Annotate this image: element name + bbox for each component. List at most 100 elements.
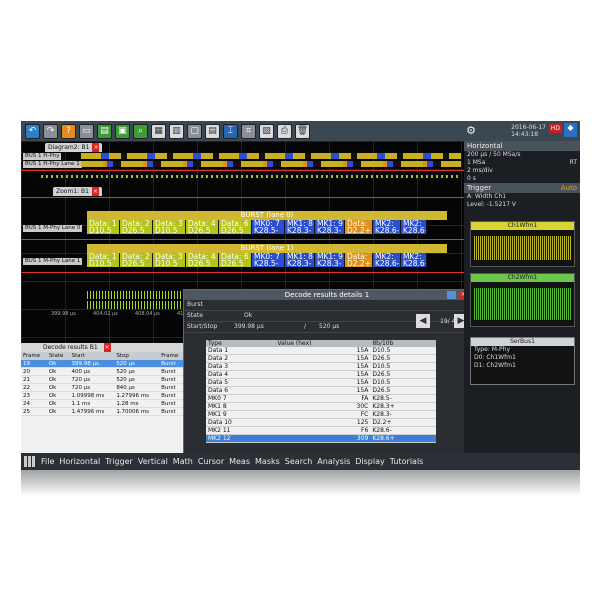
menu-item-analysis[interactable]: Analysis	[317, 457, 350, 466]
zoom-icon[interactable]: ⌕	[133, 123, 148, 139]
histogram-icon[interactable]: ▤	[205, 123, 220, 139]
apps-grid-icon[interactable]	[24, 456, 35, 467]
close-icon[interactable]: ×	[91, 187, 99, 196]
save-icon[interactable]: ▭	[79, 123, 94, 139]
col-state[interactable]: State	[46, 352, 70, 360]
menu-item-horizontal[interactable]: Horizontal	[59, 457, 100, 466]
burst-cell-bottom: K28.5-	[254, 226, 279, 234]
col-start[interactable]: Start	[69, 352, 115, 360]
burst-cell[interactable]: Data: 4 D26.5	[186, 253, 219, 267]
burst-cell[interactable]: Data: 2 D26.5	[120, 220, 153, 234]
dialog-header: Decode results details 1 ×	[184, 290, 470, 300]
serbus-thumbnail[interactable]: SerBus1 Type: M-Phy D0: Ch1Wfm1 D1: Ch2W…	[470, 337, 575, 385]
table-row[interactable]: Data 3 15A D10.5	[206, 362, 436, 371]
burst-cell[interactable]: MK0: 7 K28.5-	[252, 253, 285, 267]
menu-item-tutorials[interactable]: Tutorials	[390, 457, 424, 466]
close-icon[interactable]: ×	[92, 143, 100, 152]
burst-cell[interactable]: MK2:K28.6+	[401, 253, 427, 267]
prev-arrow-icon[interactable]: ◀	[416, 314, 430, 328]
menu-item-trigger[interactable]: Trigger	[105, 457, 133, 466]
zoom-area-icon[interactable]: ▦	[151, 123, 166, 139]
burst-cell[interactable]: Data: 6 D26.5	[219, 220, 252, 234]
col-stop[interactable]: Stop	[114, 352, 160, 360]
burst-cell[interactable]: Data: 6 D26.5	[219, 253, 252, 267]
burst-cell[interactable]: Data: 1 D10.5	[87, 220, 120, 234]
burst-cell[interactable]: MK2: K28.6-	[373, 220, 401, 234]
redo-icon[interactable]: ↷	[43, 123, 58, 139]
burst-cell[interactable]: Data: 2 D26.5	[120, 253, 153, 267]
burst-cell[interactable]: MK1: 9 K28.3-	[315, 220, 345, 234]
menu-item-cursor[interactable]: Cursor	[198, 457, 224, 466]
cursor-icon[interactable]: ⌶	[223, 123, 238, 139]
table-row[interactable]: 20 Ok 400 µs 520 µs Burst	[21, 367, 185, 376]
horizontal-header[interactable]: Horizontal	[464, 141, 580, 151]
measure-icon[interactable]: ▥	[169, 123, 184, 139]
burst-cell[interactable]: MK2:K28.6+	[401, 220, 427, 234]
print-icon[interactable]: ⎙	[277, 123, 292, 139]
burst-cell[interactable]: Data: 4 D26.5	[186, 220, 219, 234]
minimize-icon[interactable]	[447, 291, 456, 299]
burst-cell[interactable]: Data: D2.2+	[345, 220, 373, 234]
menu-item-vertical[interactable]: Vertical	[138, 457, 168, 466]
menu-item-meas[interactable]: Meas	[229, 457, 250, 466]
burst-cell[interactable]: Data: 3 D10.5	[153, 253, 186, 267]
table-cell: K28.6-	[370, 426, 436, 435]
table-cell: 22	[21, 383, 47, 392]
table-row[interactable]: MK1 9 FC K28.3-	[206, 410, 436, 419]
decode-results-tab[interactable]: Decode results B1 ×	[21, 343, 185, 352]
ch1-thumbnail[interactable]: Ch1Wfm1	[470, 221, 575, 267]
open-icon[interactable]: ▤	[97, 123, 112, 139]
tab-diagram2[interactable]: Diagram2: B1 ×	[45, 143, 103, 152]
table-row[interactable]: Data 4 15A D26.5	[206, 370, 436, 379]
mask-icon[interactable]: ▢	[187, 123, 202, 139]
col-frame[interactable]: Frame	[21, 352, 47, 360]
menu-item-display[interactable]: Display	[355, 457, 385, 466]
close-icon[interactable]: ×	[103, 343, 111, 352]
search-icon[interactable]: ⌗	[241, 123, 256, 139]
table-row[interactable]: MK2 11 F6 K28.6-	[206, 426, 436, 435]
burst-cell[interactable]: Data: D2.2+	[345, 253, 373, 267]
image-icon[interactable]: ▣	[115, 123, 130, 139]
table-cell: Data 10	[206, 418, 276, 427]
table-row[interactable]: Data 2 15A D26.5	[206, 354, 436, 363]
trigger-header[interactable]: Trigger Auto	[464, 183, 580, 193]
burst-cell[interactable]: MK0: 7 K28.5-	[252, 220, 285, 234]
bus-label-lane1: BUS 1 M-Phy Lane 1	[23, 258, 83, 265]
table-row[interactable]: 24 Ok 1.1 ms 1.28 ms Burst	[21, 399, 185, 408]
menu-item-masks[interactable]: Masks	[255, 457, 280, 466]
tab-zoom1[interactable]: Zoom1: B1 ×	[53, 187, 102, 196]
table-row[interactable]: 21 Ok 720 µs 520 µs Burst	[21, 375, 185, 384]
spectrum-icon[interactable]: ▧	[259, 123, 274, 139]
table-row[interactable]: MK2 12 309 K28.6+	[206, 434, 436, 443]
burst-cell[interactable]: Data: 3 D10.5	[153, 220, 186, 234]
col-type[interactable]: Frame	[159, 352, 185, 360]
col-8b10b[interactable]: 8b/10b	[370, 340, 436, 347]
burst-cell[interactable]: MK1: 8 K28.3-	[285, 253, 315, 267]
menu-item-search[interactable]: Search	[285, 457, 312, 466]
burst-cell[interactable]: MK2: K28.6-	[373, 253, 401, 267]
table-row[interactable]: Data 6 15A D26.5	[206, 386, 436, 395]
table-row[interactable]: Data 5 15A D10.5	[206, 378, 436, 387]
table-row[interactable]: MK0 7 FA K28.5-	[206, 394, 436, 403]
ch2-thumbnail[interactable]: Ch2Wfm1	[470, 273, 575, 327]
delete-icon[interactable]: 🗑	[295, 123, 310, 139]
burst-cell[interactable]: MK1: 8 K28.3-	[285, 220, 315, 234]
table-row[interactable]: 19 Ok 399.98 µs 520 µs Burst	[21, 360, 185, 368]
col-hex[interactable]: Value (hex)	[275, 340, 371, 347]
help-icon[interactable]: ?	[61, 123, 76, 139]
table-row[interactable]: Data 10 125 D2.2+	[206, 418, 436, 427]
col-type[interactable]: Type	[206, 340, 276, 347]
menu-item-math[interactable]: Math	[173, 457, 193, 466]
table-cell: 19	[21, 360, 47, 368]
table-row[interactable]: MK1 8 30C K28.3+	[206, 402, 436, 411]
burst-cell[interactable]: Data: 1 D10.5	[87, 253, 120, 267]
burst-cell[interactable]: MK1: 9 K28.3-	[315, 253, 345, 267]
table-row[interactable]: 22 Ok 720 µs 840 µs Burst	[21, 383, 185, 392]
menu-item-file[interactable]: File	[41, 457, 54, 466]
table-row[interactable]: Data 1 15A D10.5	[206, 347, 436, 355]
details-table: Type Value (hex) 8b/10b Data 1 15A D10.5 Da…	[206, 340, 436, 443]
gear-icon[interactable]: ⚙	[466, 124, 476, 137]
undo-icon[interactable]: ↶	[25, 123, 40, 139]
table-row[interactable]: 25 Ok 1.47996 ms 1.70006 ms Burst	[21, 407, 185, 416]
table-row[interactable]: 23 Ok 1.09998 ms 1.27996 ms Burst	[21, 391, 185, 400]
